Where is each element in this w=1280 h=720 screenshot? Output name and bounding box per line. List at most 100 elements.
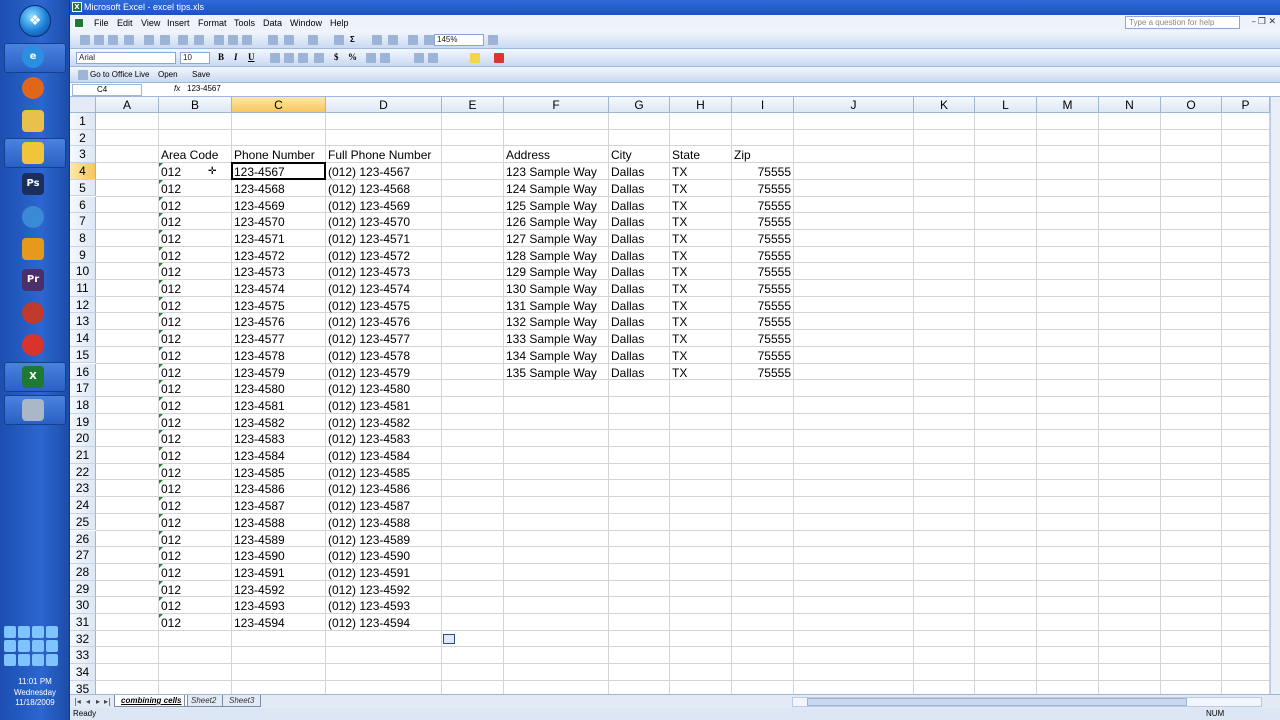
- horizontal-scroll-thumb[interactable]: [807, 698, 1187, 706]
- cell-full-phone-number[interactable]: (012) 123-4577: [328, 331, 410, 347]
- cell-address[interactable]: 124 Sample Way: [506, 181, 597, 197]
- merge-center-icon[interactable]: [314, 53, 324, 63]
- row-header-27[interactable]: 27: [70, 547, 96, 564]
- cell-phone-number[interactable]: 123-4572: [234, 248, 285, 264]
- clock-time[interactable]: 11:01 PM: [0, 677, 70, 686]
- cell-phone-number[interactable]: 123-4588: [234, 515, 285, 531]
- cell-zip[interactable]: 75555: [732, 198, 791, 214]
- cell-address[interactable]: 132 Sample Way: [506, 314, 597, 330]
- drawing-icon[interactable]: [424, 35, 434, 45]
- row-header-30[interactable]: 30: [70, 597, 96, 614]
- decrease-decimal-icon[interactable]: [380, 53, 390, 63]
- cell-state[interactable]: TX: [672, 198, 687, 214]
- row-header-34[interactable]: 34: [70, 664, 96, 681]
- cell-city[interactable]: Dallas: [611, 348, 644, 364]
- zoom-select[interactable]: 145%: [434, 34, 484, 46]
- bold-button[interactable]: B: [218, 52, 224, 62]
- help-icon[interactable]: [488, 35, 498, 45]
- paste-options-icon[interactable]: [443, 633, 455, 644]
- row-header-1[interactable]: 1: [70, 113, 96, 130]
- cell-area-code[interactable]: 012: [161, 314, 181, 330]
- cell-phone-number[interactable]: 123-4575: [234, 298, 285, 314]
- tray-icon[interactable]: [46, 640, 58, 652]
- tray-icon[interactable]: [32, 640, 44, 652]
- tray-icon[interactable]: [46, 626, 58, 638]
- row-header-17[interactable]: 17: [70, 380, 96, 397]
- cell-area-code[interactable]: 012: [161, 231, 181, 247]
- column-header-p[interactable]: P: [1222, 97, 1270, 113]
- row-header-32[interactable]: 32: [70, 630, 96, 648]
- start-button[interactable]: ❖: [19, 5, 51, 37]
- cell-header-full-phone-number[interactable]: Full Phone Number: [328, 147, 431, 163]
- cell-zip[interactable]: 75555: [732, 214, 791, 230]
- cell-area-code[interactable]: 012: [161, 598, 181, 614]
- cell-area-code[interactable]: 012: [161, 565, 181, 581]
- column-header-h[interactable]: H: [670, 97, 732, 113]
- cell-phone-number[interactable]: 123-4574: [234, 281, 285, 297]
- cell-city[interactable]: Dallas: [611, 298, 644, 314]
- column-header-c[interactable]: C: [232, 97, 326, 113]
- cell-area-code[interactable]: 012: [161, 164, 181, 180]
- cell-full-phone-number[interactable]: (012) 123-4570: [328, 214, 410, 230]
- tray-icon[interactable]: [4, 626, 16, 638]
- cell-zip[interactable]: 75555: [732, 365, 791, 381]
- cell-full-phone-number[interactable]: (012) 123-4568: [328, 181, 410, 197]
- row-header-26[interactable]: 26: [70, 530, 96, 548]
- save-dropdown[interactable]: Save: [192, 70, 210, 79]
- cell-area-code[interactable]: 012: [161, 498, 181, 514]
- font-color-icon[interactable]: [494, 53, 504, 63]
- cell-city[interactable]: Dallas: [611, 198, 644, 214]
- tray-icon[interactable]: [32, 654, 44, 666]
- cell-phone-number[interactable]: 123-4586: [234, 481, 285, 497]
- cell-address[interactable]: 134 Sample Way: [506, 348, 597, 364]
- format-painter-icon[interactable]: [268, 35, 278, 45]
- cell-area-code[interactable]: 012: [161, 365, 181, 381]
- spelling-icon[interactable]: [178, 35, 188, 45]
- row-header-12[interactable]: 12: [70, 296, 96, 314]
- cell-state[interactable]: TX: [672, 214, 687, 230]
- cell-full-phone-number[interactable]: (012) 123-4591: [328, 565, 410, 581]
- excel-app-icon[interactable]: X: [72, 2, 82, 12]
- open-dropdown[interactable]: Open: [158, 70, 178, 79]
- cell-full-phone-number[interactable]: (012) 123-4571: [328, 231, 410, 247]
- column-header-i[interactable]: I: [732, 97, 794, 113]
- cell-full-phone-number[interactable]: (012) 123-4587: [328, 498, 410, 514]
- cell-area-code[interactable]: 012: [161, 281, 181, 297]
- cell-full-phone-number[interactable]: (012) 123-4592: [328, 582, 410, 598]
- print-preview-icon[interactable]: [160, 35, 170, 45]
- cell-address[interactable]: 128 Sample Way: [506, 248, 597, 264]
- cell-full-phone-number[interactable]: (012) 123-4589: [328, 532, 410, 548]
- cell-phone-number[interactable]: 123-4583: [234, 431, 285, 447]
- cell-phone-number[interactable]: 123-4582: [234, 415, 285, 431]
- cell-header-area-code[interactable]: Area Code: [161, 147, 218, 163]
- horizontal-scrollbar[interactable]: [792, 697, 1262, 707]
- cell-phone-number[interactable]: 123-4587: [234, 498, 285, 514]
- cell-zip[interactable]: 75555: [732, 164, 791, 180]
- column-header-d[interactable]: D: [326, 97, 442, 113]
- underline-button[interactable]: U: [248, 52, 255, 62]
- tray-icon[interactable]: [18, 654, 30, 666]
- row-header-11[interactable]: 11: [70, 280, 96, 297]
- cell-zip[interactable]: 75555: [732, 231, 791, 247]
- redo-icon[interactable]: [308, 35, 318, 45]
- cell-zip[interactable]: 75555: [732, 181, 791, 197]
- cell-full-phone-number[interactable]: (012) 123-4579: [328, 365, 410, 381]
- tray-icon[interactable]: [4, 640, 16, 652]
- italic-button[interactable]: I: [234, 52, 238, 62]
- cell-full-phone-number[interactable]: (012) 123-4588: [328, 515, 410, 531]
- menu-insert[interactable]: Insert: [167, 18, 190, 28]
- cell-state[interactable]: TX: [672, 248, 687, 264]
- cell-header-state[interactable]: State: [672, 147, 700, 163]
- row-header-18[interactable]: 18: [70, 396, 96, 414]
- cell-header-city[interactable]: City: [611, 147, 632, 163]
- save-icon[interactable]: [108, 35, 118, 45]
- new-icon[interactable]: [80, 35, 90, 45]
- row-header-3[interactable]: 3: [70, 146, 96, 164]
- select-all-button[interactable]: [70, 97, 96, 113]
- cell-phone-number[interactable]: 123-4578: [234, 348, 285, 364]
- cut-icon[interactable]: [214, 35, 224, 45]
- print-icon[interactable]: [144, 35, 154, 45]
- cell-area-code[interactable]: 012: [161, 331, 181, 347]
- cell-phone-number[interactable]: 123-4579: [234, 365, 285, 381]
- row-header-31[interactable]: 31: [70, 614, 96, 631]
